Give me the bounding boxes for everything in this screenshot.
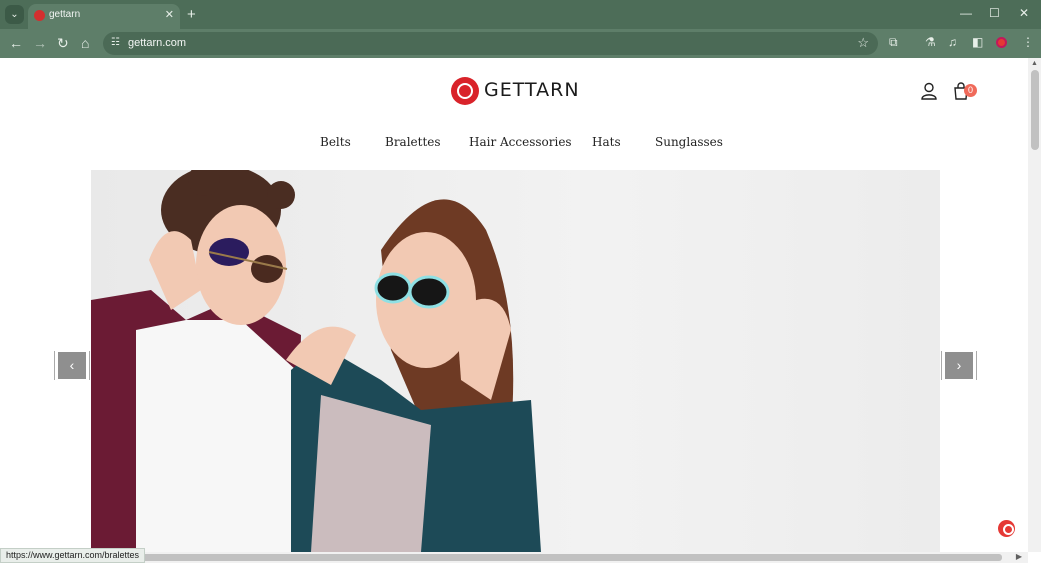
favicon-icon [34,10,45,21]
forward-icon[interactable]: → [33,35,47,51]
hero-photo-illustration [91,170,541,552]
horizontal-scrollbar[interactable]: ▶ [0,552,1028,563]
labs-icon[interactable]: ⚗ [925,35,936,49]
maximize-icon[interactable]: ☐ [989,6,1000,20]
cart-count-badge: 0 [964,84,977,97]
address-bar[interactable]: ☷ gettarn.com ☆ [103,32,878,55]
nav-link-hair-accessories[interactable]: Hair Accessories [469,135,572,149]
brand-name: GETTARN [484,79,580,101]
back-icon[interactable]: ← [9,35,23,51]
account-icon[interactable] [920,82,938,100]
close-tab-icon[interactable]: ✕ [165,8,174,21]
home-icon[interactable]: ⌂ [81,35,89,51]
nav-link-belts[interactable]: Belts [320,135,351,149]
slider-prev-button[interactable]: ‹ [58,352,86,379]
horizontal-scroll-thumb[interactable] [12,554,1002,561]
bookmark-star-icon[interactable]: ☆ [857,35,869,51]
vertical-scrollbar[interactable]: ▲ [1028,58,1041,552]
hero-banner-image [91,170,940,552]
extensions-icon[interactable]: ⧉ [889,35,898,50]
new-tab-button[interactable]: + [187,5,196,24]
nav-link-sunglasses[interactable]: Sunglasses [655,135,723,149]
rose-logo-icon [451,77,479,105]
scroll-up-icon[interactable]: ▲ [1031,60,1038,67]
chat-widget-icon[interactable] [998,520,1015,537]
url-text[interactable]: gettarn.com [128,37,186,49]
tab-search-button[interactable]: ⌄ [5,5,24,24]
vertical-scroll-thumb[interactable] [1031,70,1039,150]
slider-next-button[interactable]: › [945,352,973,379]
tab-gettarn[interactable]: gettarn ✕ [28,4,180,29]
web-page: GETTARN 0 Belts Bralettes Hair Accessori… [0,58,1028,552]
media-controls-icon[interactable]: ♫ [948,35,957,49]
title-bar: ⌄ gettarn ✕ + — ☐ ✕ [0,0,1041,29]
profile-avatar[interactable] [996,37,1007,48]
tab-title: gettarn [49,9,81,20]
close-window-icon[interactable]: ✕ [1019,6,1029,20]
reload-icon[interactable]: ↻ [57,35,69,51]
status-bar-url: https://www.gettarn.com/bralettes [0,548,146,563]
scroll-right-icon[interactable]: ▶ [1016,552,1022,561]
nav-link-bralettes[interactable]: Bralettes [385,135,441,149]
browser-toolbar: ← → ↻ ⌂ ☷ gettarn.com ☆ ⧉ ⚗ ♫ ◧ ⋮ [0,29,1041,58]
minimize-icon[interactable]: — [960,6,972,20]
nav-link-hats[interactable]: Hats [592,135,621,149]
browser-window: ⌄ gettarn ✕ + — ☐ ✕ ← → ↻ ⌂ ☷ gettarn.co… [0,0,1041,563]
side-panel-icon[interactable]: ◧ [972,35,983,49]
browser-menu-icon[interactable]: ⋮ [1022,35,1034,49]
site-info-icon[interactable]: ☷ [111,37,120,48]
